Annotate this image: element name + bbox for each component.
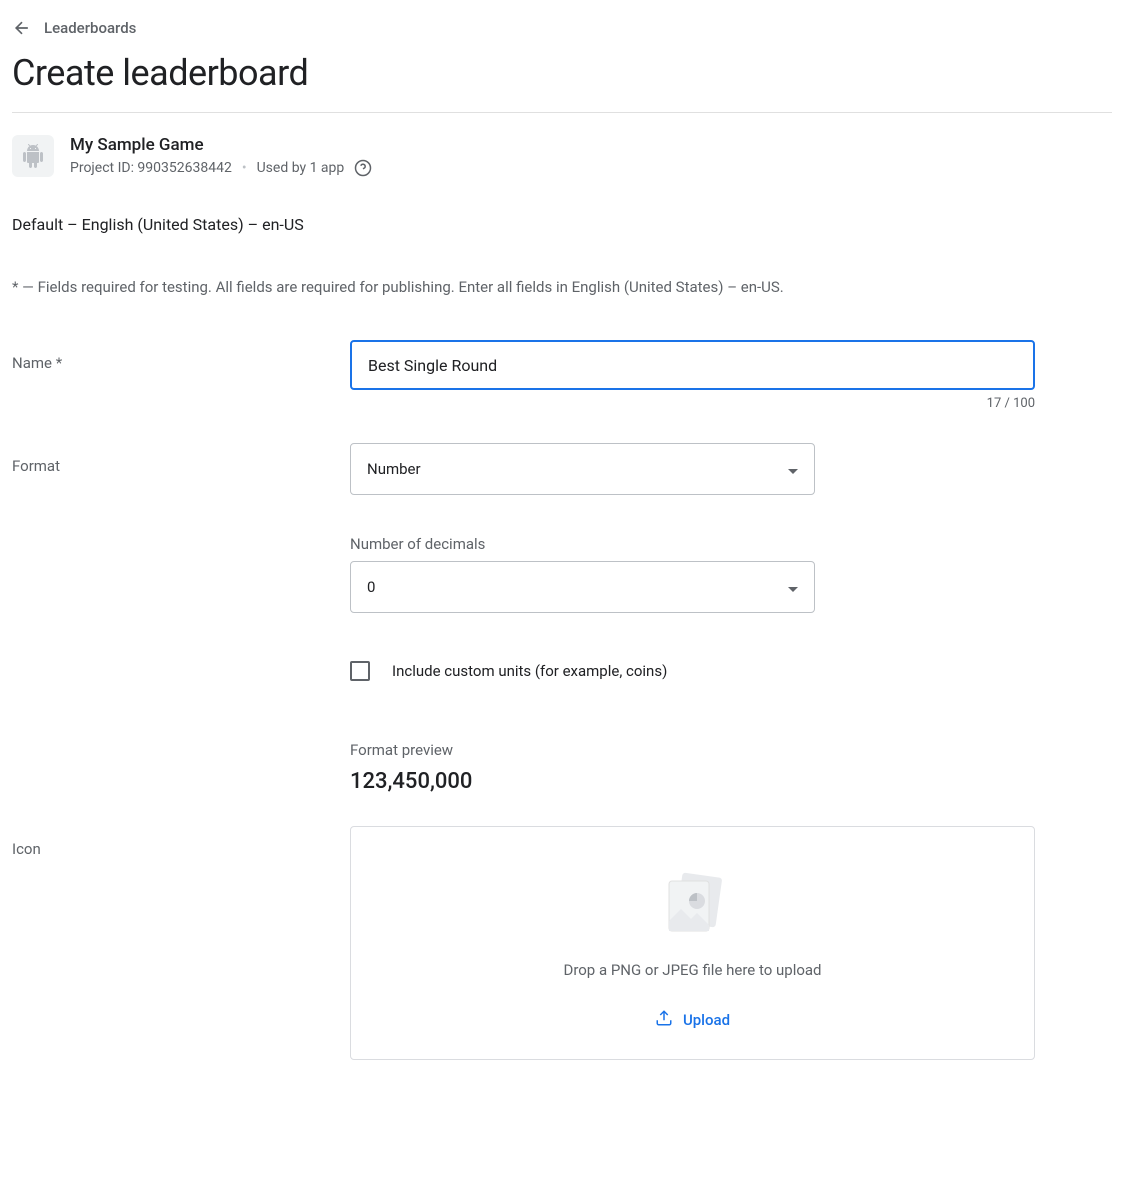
decimals-select[interactable]: 0 (350, 561, 815, 613)
custom-units-label: Include custom units (for example, coins… (392, 662, 667, 680)
locale-line: Default – English (United States) – en-U… (12, 199, 1112, 262)
upload-button[interactable]: Upload (643, 1001, 742, 1039)
name-input[interactable] (350, 340, 1035, 390)
breadcrumb-link[interactable]: Leaderboards (44, 19, 136, 37)
upload-icon (655, 1009, 673, 1031)
decimals-label: Number of decimals (350, 535, 1035, 553)
format-label: Format (12, 443, 350, 794)
dropzone-text: Drop a PNG or JPEG file here to upload (563, 961, 821, 979)
game-name: My Sample Game (70, 135, 372, 155)
format-preview-value: 123,450,000 (350, 769, 1035, 794)
game-meta: Project ID: 990352638442 • Used by 1 app (70, 159, 372, 177)
page-title: Create leaderboard (12, 44, 1112, 113)
format-select[interactable]: Number (350, 443, 815, 495)
breadcrumb: Leaderboards (12, 12, 1112, 44)
name-char-count: 17 / 100 (350, 396, 1035, 411)
used-by: Used by 1 app (257, 160, 345, 176)
custom-units-checkbox[interactable] (350, 661, 370, 681)
name-row: Name * 17 / 100 (12, 324, 1112, 427)
custom-units-row: Include custom units (for example, coins… (350, 661, 1035, 681)
dropdown-arrow-icon (788, 460, 798, 478)
icon-dropzone[interactable]: Drop a PNG or JPEG file here to upload U… (350, 826, 1035, 1060)
game-header: My Sample Game Project ID: 990352638442 … (12, 113, 1112, 199)
format-row: Format Number Number of decimals 0 Inclu… (12, 427, 1112, 810)
helper-text: * — Fields required for testing. All fie… (12, 262, 1112, 324)
game-info: My Sample Game Project ID: 990352638442 … (70, 135, 372, 177)
dropdown-arrow-icon (788, 578, 798, 596)
name-label: Name * (12, 340, 350, 411)
separator-dot: • (242, 160, 247, 176)
format-select-value: Number (367, 460, 421, 478)
icon-row: Icon Drop a PNG or JPEG file here to upl… (12, 810, 1112, 1076)
back-arrow-icon[interactable] (12, 18, 32, 38)
format-control: Number Number of decimals 0 Include cust… (350, 443, 1035, 794)
icon-label: Icon (12, 826, 350, 1060)
format-preview-label: Format preview (350, 741, 1035, 759)
name-control: 17 / 100 (350, 340, 1035, 411)
icon-control: Drop a PNG or JPEG file here to upload U… (350, 826, 1035, 1060)
decimals-select-value: 0 (367, 578, 375, 596)
help-icon[interactable] (354, 159, 372, 177)
upload-label: Upload (683, 1011, 730, 1029)
image-stack-icon (657, 867, 729, 939)
android-icon (12, 135, 54, 177)
project-id: Project ID: 990352638442 (70, 160, 232, 176)
